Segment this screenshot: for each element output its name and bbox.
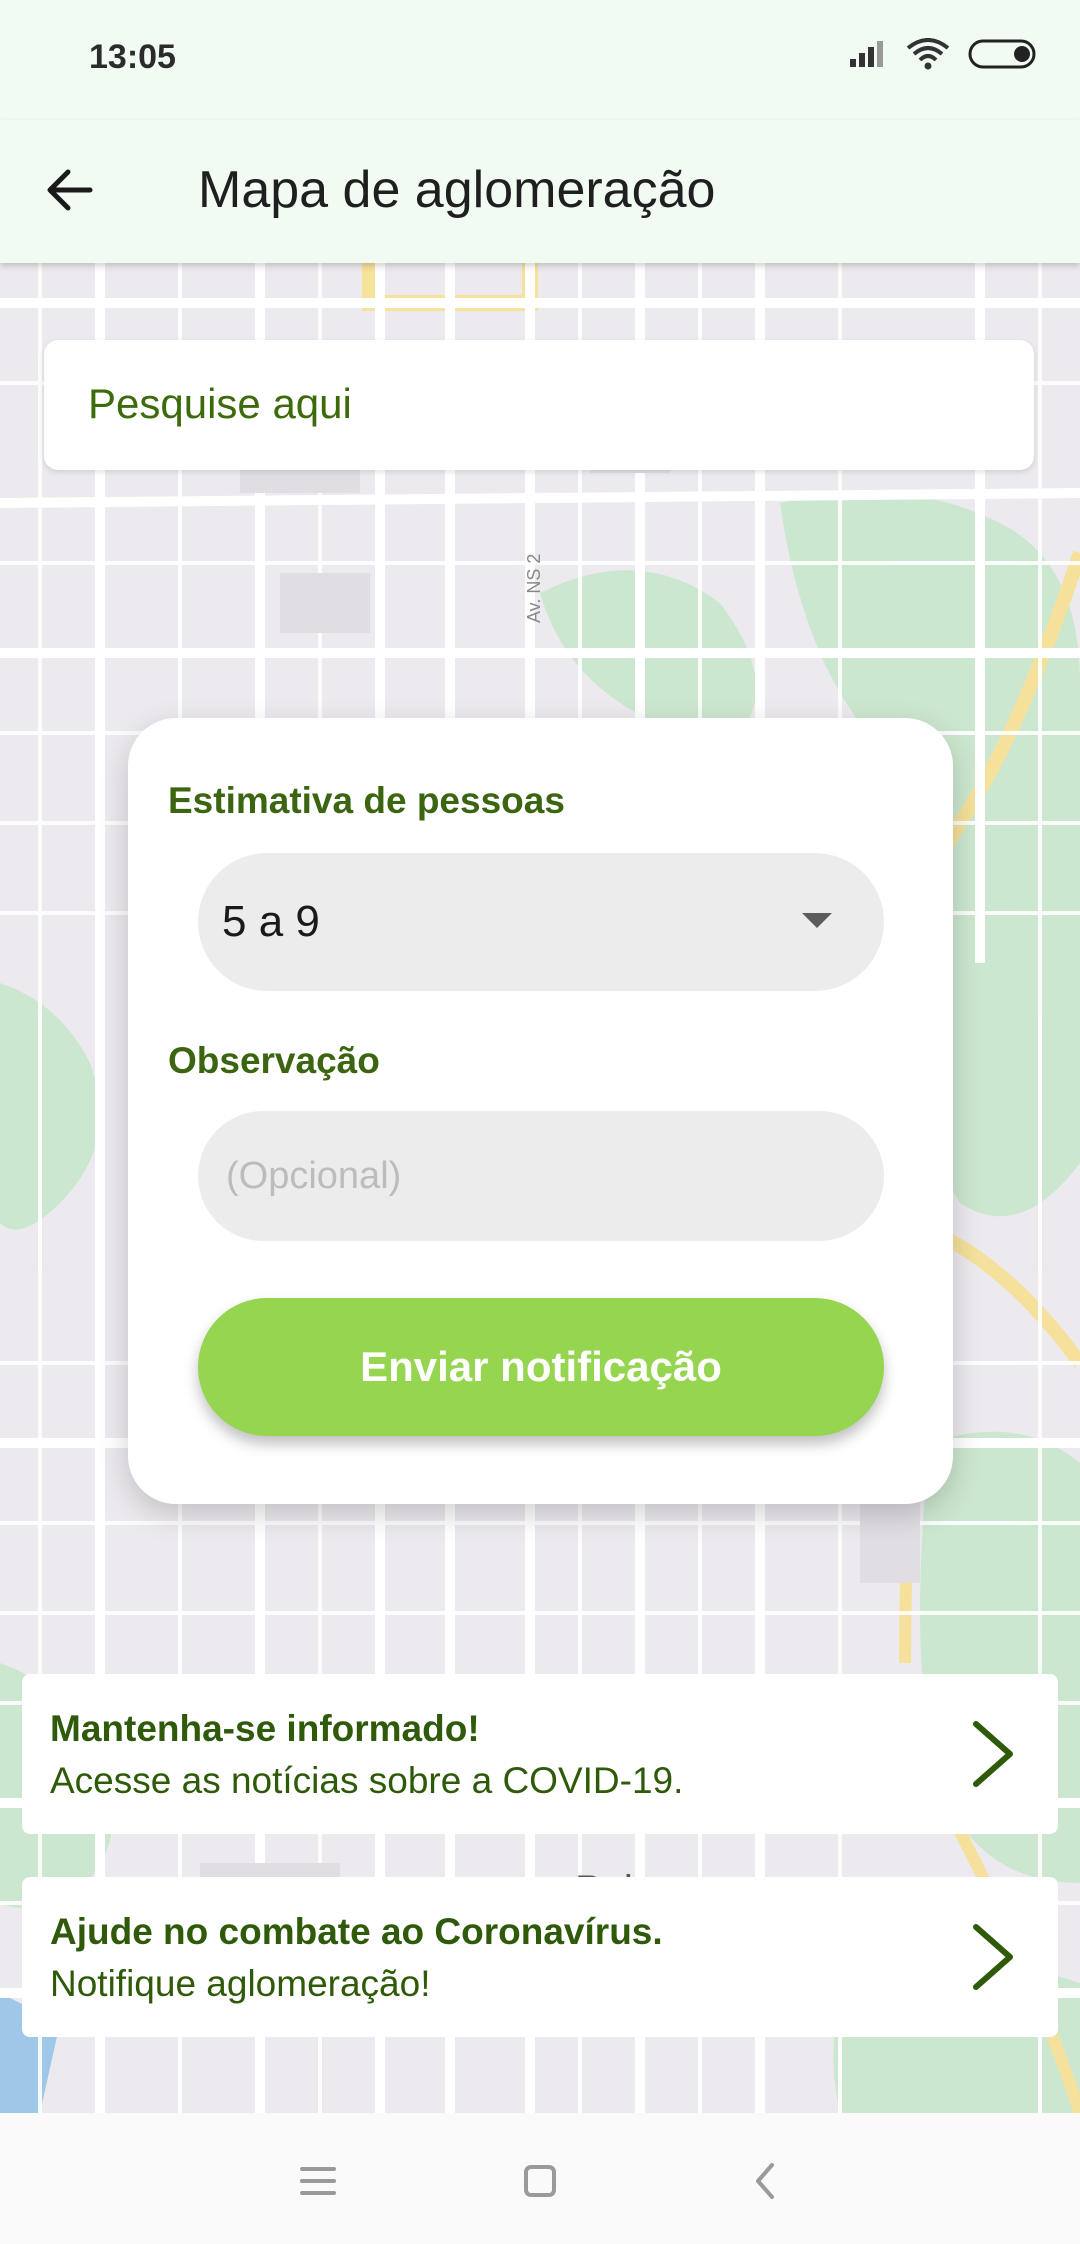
info-card-notify[interactable]: Ajude no combate ao Coronavírus. Notifiq… [22,1877,1058,2037]
chevron-right-icon [973,1924,1013,1990]
crowd-report-dialog: Estimativa de pessoas 5 a 9 Observação E… [128,718,953,1504]
info-card-subtitle: Acesse as notícias sobre a COVID-19. [50,1760,684,1801]
observation-input[interactable] [198,1111,884,1241]
wifi-icon [906,38,950,70]
search-box[interactable]: Pesquise aqui [44,340,1034,470]
info-card-title: Mantenha-se informado! [50,1708,480,1749]
info-card-title: Ajude no combate ao Coronavírus. [50,1911,663,1952]
status-time: 13:05 [89,38,176,76]
people-estimate-select[interactable]: 5 a 9 [198,853,884,991]
send-notification-button[interactable]: Enviar notificação [198,1298,884,1436]
menu-icon[interactable] [290,2153,346,2209]
search-placeholder: Pesquise aqui [88,380,352,427]
signal-icon [850,41,883,67]
info-card-subtitle: Notifique aglomeração! [50,1963,431,2004]
back-icon[interactable] [738,2153,794,2209]
chevron-right-icon [973,1721,1013,1787]
status-icons [848,38,1040,70]
back-arrow-icon[interactable] [38,158,102,222]
info-card-news[interactable]: Mantenha-se informado! Acesse as notícia… [22,1674,1058,1834]
system-nav-bar [0,2113,1080,2244]
people-estimate-label: Estimativa de pessoas [168,780,565,821]
people-estimate-value: 5 a 9 [222,897,320,946]
app-bar: Mapa de aglomeração [0,120,1080,263]
home-icon[interactable] [512,2153,568,2209]
page-title: Mapa de aglomeração [198,161,716,219]
road-label: Av. NS 2 [524,554,544,623]
status-bar: 13:05 [0,0,1080,120]
dropdown-caret-icon [802,913,832,928]
observation-label: Observação [168,1040,380,1081]
battery-icon [968,39,1036,69]
